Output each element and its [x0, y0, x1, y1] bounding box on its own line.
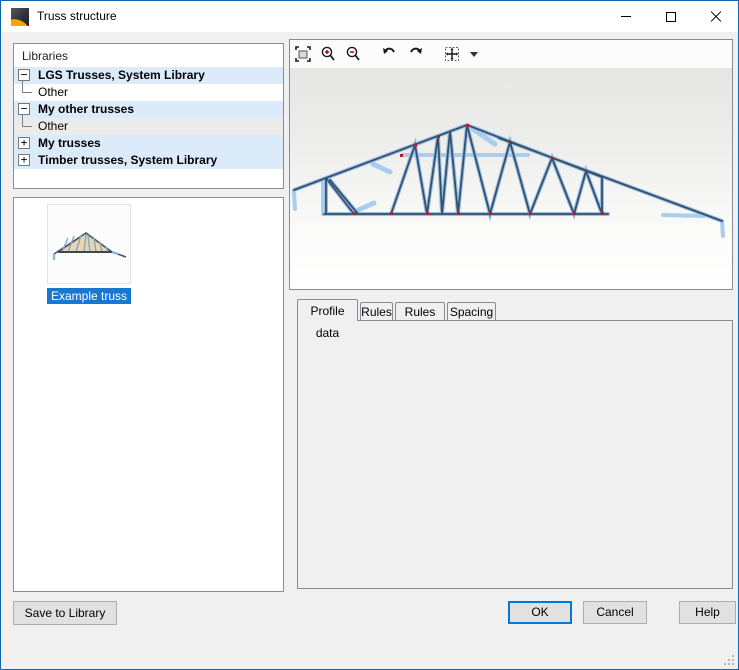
expand-icon[interactable]: +: [18, 137, 30, 149]
maximize-icon: [666, 12, 676, 22]
tab-spacing[interactable]: Spacing: [447, 302, 496, 321]
pan-icon: [443, 45, 461, 63]
truss-structure-dialog: Truss structure Libraries − LGS Trusses,…: [0, 0, 739, 670]
tree-item-my-other-trusses[interactable]: − My other trusses: [14, 101, 283, 118]
minimize-button[interactable]: [603, 1, 648, 32]
tab-rules-2[interactable]: Rules (2): [395, 302, 445, 321]
rotate-cw-button[interactable]: [403, 42, 427, 66]
truss-render: [290, 68, 732, 290]
libraries-header: Libraries: [14, 44, 283, 67]
tab-rules[interactable]: Rules: [360, 302, 393, 321]
help-button[interactable]: Help: [679, 601, 736, 624]
rotate-cw-icon: [406, 45, 424, 63]
fit-to-view-icon: [294, 45, 312, 63]
tree-item-lgs-trusses[interactable]: − LGS Trusses, System Library: [14, 67, 283, 84]
tree-item-other-1[interactable]: Other: [14, 84, 283, 101]
maximize-button[interactable]: [648, 1, 693, 32]
app-icon: [11, 8, 29, 26]
pan-button[interactable]: [440, 42, 464, 66]
titlebar: Truss structure: [1, 1, 738, 32]
zoom-in-button[interactable]: [316, 42, 340, 66]
pan-dropdown-button[interactable]: [465, 42, 479, 66]
tree-item-timber-trusses[interactable]: + Timber trusses, System Library: [14, 152, 283, 169]
ok-button[interactable]: OK: [508, 601, 572, 624]
close-button[interactable]: [693, 1, 738, 32]
expand-icon[interactable]: +: [18, 154, 30, 166]
zoom-out-button[interactable]: [341, 42, 365, 66]
close-icon: [710, 11, 722, 23]
gallery-item-example-truss[interactable]: Example truss: [35, 204, 143, 304]
model-viewport[interactable]: [289, 39, 733, 290]
window-title: Truss structure: [37, 9, 117, 23]
cancel-button[interactable]: Cancel: [583, 601, 647, 624]
viewport-toolbar: [290, 40, 732, 68]
resize-grip[interactable]: [724, 655, 734, 665]
zoom-out-icon: [344, 45, 362, 63]
tree-connector: [22, 80, 32, 93]
truss-gallery-panel: Example truss: [13, 197, 284, 592]
save-to-library-button[interactable]: Save to Library: [13, 601, 117, 625]
truss-render-canvas[interactable]: [290, 68, 732, 289]
tab-profile-data[interactable]: Profile data: [297, 299, 358, 321]
tree-connector: [22, 114, 32, 127]
tree-item-other-2[interactable]: Other: [14, 118, 283, 135]
rotate-ccw-icon: [381, 45, 399, 63]
gallery-item-label: Example truss: [47, 288, 131, 304]
rotate-ccw-button[interactable]: [378, 42, 402, 66]
chevron-down-icon: [470, 52, 478, 57]
libraries-tree-panel: Libraries − LGS Trusses, System Library …: [13, 43, 284, 189]
profile-data-panel: [297, 320, 733, 589]
zoom-in-icon: [319, 45, 337, 63]
minimize-icon: [621, 16, 631, 17]
tree-item-my-trusses[interactable]: + My trusses: [14, 135, 283, 152]
fit-to-view-button[interactable]: [291, 42, 315, 66]
truss-thumbnail[interactable]: [47, 204, 131, 284]
